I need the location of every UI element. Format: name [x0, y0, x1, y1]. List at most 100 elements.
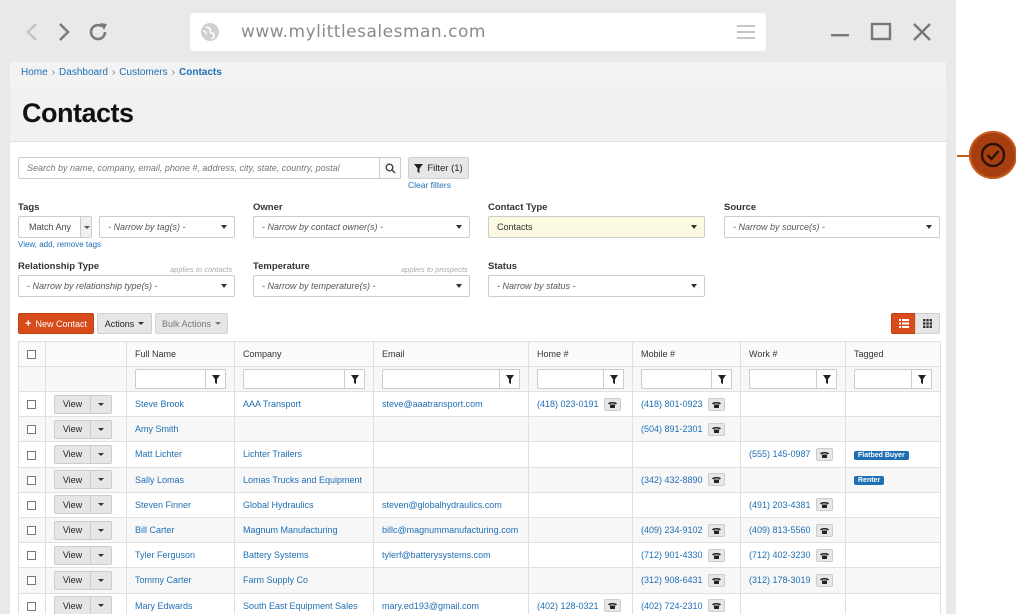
funnel-icon[interactable] — [344, 369, 365, 389]
column-header-tagged[interactable]: Tagged — [845, 341, 941, 367]
phone-link[interactable]: (402) 128-0321 — [537, 601, 599, 611]
view-button[interactable]: View — [54, 419, 91, 439]
column-filter-input[interactable] — [382, 369, 499, 389]
company-link[interactable]: Lichter Trailers — [243, 449, 302, 459]
tags-match-select[interactable]: Match Any — [18, 216, 92, 238]
row-checkbox[interactable] — [27, 450, 36, 460]
column-header-mobile[interactable]: Mobile # — [632, 341, 741, 367]
column-filter-input[interactable] — [749, 369, 816, 389]
contact-name-link[interactable]: Matt Lichter — [135, 449, 182, 459]
row-checkbox[interactable] — [27, 425, 36, 435]
view-button[interactable]: View — [54, 470, 91, 490]
email-link[interactable]: steve@aaatransport.com — [382, 399, 483, 409]
new-contact-button[interactable]: + New Contact — [18, 313, 94, 334]
search-input[interactable] — [18, 157, 380, 179]
row-checkbox[interactable] — [27, 400, 36, 410]
list-view-button[interactable] — [891, 313, 916, 334]
column-filter-input[interactable] — [641, 369, 711, 389]
contact-type-select[interactable]: Contacts — [488, 216, 705, 238]
phone-icon[interactable] — [707, 599, 725, 613]
view-button[interactable]: View — [54, 570, 91, 590]
phone-icon[interactable] — [707, 422, 725, 436]
phone-link[interactable]: (555) 145-0987 — [749, 449, 811, 459]
column-header-email[interactable]: Email — [373, 341, 529, 367]
breadcrumb-dashboard[interactable]: Dashboard — [59, 67, 108, 78]
phone-icon[interactable] — [707, 397, 725, 411]
view-dropdown-caret[interactable] — [91, 545, 112, 565]
company-link[interactable]: Farm Supply Co — [243, 575, 308, 585]
column-filter-input[interactable] — [854, 369, 911, 389]
minimize-icon[interactable] — [826, 19, 854, 45]
view-button[interactable]: View — [54, 545, 91, 565]
funnel-icon[interactable] — [816, 369, 837, 389]
funnel-icon[interactable] — [603, 369, 624, 389]
contact-name-link[interactable]: Steven Finner — [135, 500, 191, 510]
column-filter-input[interactable] — [537, 369, 603, 389]
email-link[interactable]: steven@globalhydraulics.com — [382, 500, 502, 510]
row-checkbox[interactable] — [27, 526, 36, 536]
phone-link[interactable]: (418) 801-0923 — [641, 399, 703, 409]
row-checkbox[interactable] — [27, 551, 36, 561]
phone-link[interactable]: (312) 178-3019 — [749, 575, 811, 585]
email-link[interactable]: mary.ed193@gmail.com — [382, 601, 479, 611]
view-dropdown-caret[interactable] — [91, 596, 112, 614]
company-link[interactable]: Battery Systems — [243, 550, 309, 560]
view-button[interactable]: View — [54, 495, 91, 515]
row-checkbox[interactable] — [27, 576, 36, 586]
breadcrumb-customers[interactable]: Customers — [119, 67, 167, 78]
phone-icon[interactable] — [707, 473, 725, 487]
company-link[interactable]: Global Hydraulics — [243, 500, 314, 510]
view-dropdown-caret[interactable] — [91, 470, 112, 490]
row-checkbox[interactable] — [27, 475, 36, 485]
contact-name-link[interactable]: Mary Edwards — [135, 601, 193, 611]
grid-view-button[interactable] — [915, 313, 940, 334]
contact-name-link[interactable]: Sally Lomas — [135, 475, 184, 485]
column-filter-input[interactable] — [135, 369, 205, 389]
phone-link[interactable]: (504) 891-2301 — [641, 424, 703, 434]
maximize-icon[interactable] — [867, 19, 895, 45]
phone-link[interactable]: (712) 901-4330 — [641, 550, 703, 560]
phone-link[interactable]: (312) 908-6431 — [641, 575, 703, 585]
contact-name-link[interactable]: Tyler Ferguson — [135, 550, 195, 560]
search-button[interactable] — [379, 157, 401, 179]
funnel-icon[interactable] — [205, 369, 226, 389]
phone-icon[interactable] — [815, 498, 833, 512]
view-button[interactable]: View — [54, 520, 91, 540]
phone-link[interactable]: (402) 724-2310 — [641, 601, 703, 611]
view-button[interactable]: View — [54, 596, 91, 614]
tags-select[interactable]: - Narrow by tag(s) - — [99, 216, 235, 238]
column-header-home[interactable]: Home # — [528, 341, 633, 367]
phone-icon[interactable] — [707, 523, 725, 537]
company-link[interactable]: Magnum Manufacturing — [243, 525, 338, 535]
funnel-icon[interactable] — [911, 369, 932, 389]
email-link[interactable]: billc@magnummanufacturing.com — [382, 525, 518, 535]
phone-icon[interactable] — [603, 397, 621, 411]
phone-link[interactable]: (712) 402-3230 — [749, 550, 811, 560]
tag-badge[interactable]: Flatbed Buyer — [854, 450, 909, 460]
actions-button[interactable]: Actions — [97, 313, 152, 334]
phone-link[interactable]: (342) 432-8890 — [641, 475, 703, 485]
select-all-checkbox[interactable] — [27, 350, 36, 360]
column-header-full-name[interactable]: Full Name — [126, 341, 235, 367]
filter-button[interactable]: Filter (1) — [408, 157, 469, 179]
forward-arrow-icon[interactable] — [50, 17, 78, 47]
phone-icon[interactable] — [815, 447, 833, 461]
view-button[interactable]: View — [54, 394, 91, 414]
company-link[interactable]: Lomas Trucks and Equipment — [243, 475, 362, 485]
address-bar[interactable]: www.mylittlesalesman.com — [190, 13, 766, 51]
owner-select[interactable]: - Narrow by contact owner(s) - — [253, 216, 470, 238]
phone-link[interactable]: (409) 813-5560 — [749, 525, 811, 535]
contact-name-link[interactable]: Steve Brook — [135, 399, 184, 409]
clear-filters-link[interactable]: Clear filters — [408, 180, 451, 190]
hamburger-menu-icon[interactable] — [736, 23, 756, 43]
back-arrow-icon[interactable] — [18, 17, 46, 47]
close-icon[interactable] — [908, 19, 936, 45]
breadcrumb-home[interactable]: Home — [21, 67, 48, 78]
phone-icon[interactable] — [815, 573, 833, 587]
url-text[interactable]: www.mylittlesalesman.com — [241, 22, 486, 42]
contact-name-link[interactable]: Bill Carter — [135, 525, 175, 535]
phone-link[interactable]: (409) 234-9102 — [641, 525, 703, 535]
contact-name-link[interactable]: Amy Smith — [135, 424, 179, 434]
view-dropdown-caret[interactable] — [91, 419, 112, 439]
status-select[interactable]: - Narrow by status - — [488, 275, 705, 297]
